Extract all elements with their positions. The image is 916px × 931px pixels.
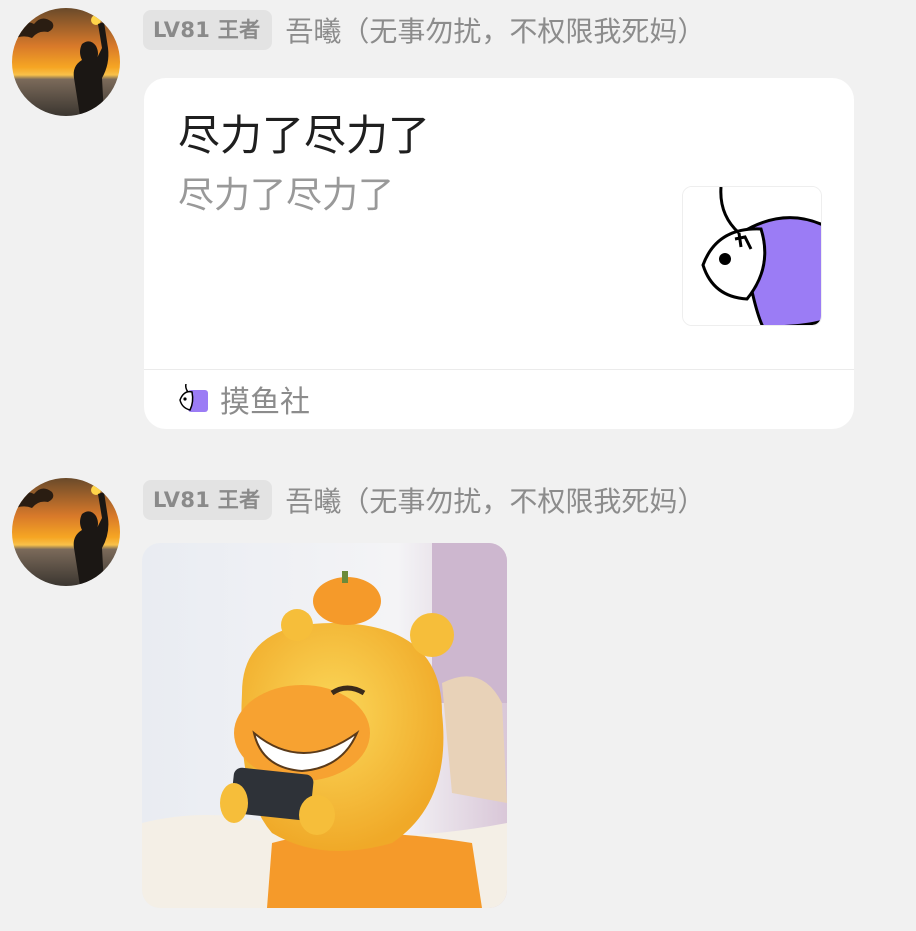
fish-icon bbox=[683, 187, 821, 325]
card-source[interactable]: 摸鱼社 bbox=[178, 374, 310, 424]
sticker-image[interactable] bbox=[142, 543, 507, 908]
card-title: 尽力了尽力了 bbox=[178, 111, 431, 160]
chat-message: LV81 王者 吾曦（无事勿扰，不权限我死妈） bbox=[0, 470, 916, 931]
shared-link-card[interactable]: 尽力了尽力了 尽力了尽力了 摸鱼社 bbox=[144, 78, 854, 429]
sender-avatar[interactable] bbox=[12, 8, 120, 116]
source-label: 摸鱼社 bbox=[220, 385, 310, 420]
sender-avatar[interactable] bbox=[12, 478, 120, 586]
yellow-bear-gaming-sticker-icon bbox=[142, 543, 507, 908]
card-thumbnail bbox=[682, 186, 822, 326]
sender-info: LV81 王者 吾曦（无事勿扰，不权限我死妈） bbox=[143, 480, 705, 520]
chat-message: LV81 王者 吾曦（无事勿扰，不权限我死妈） 尽力了尽力了 尽力了尽力了 摸鱼… bbox=[0, 0, 916, 440]
sender-name[interactable]: 吾曦（无事勿扰，不权限我死妈） bbox=[285, 10, 705, 50]
sender-name[interactable]: 吾曦（无事勿扰，不权限我死妈） bbox=[285, 480, 705, 520]
card-divider bbox=[144, 369, 854, 370]
fish-icon bbox=[178, 383, 208, 414]
card-description: 尽力了尽力了 bbox=[178, 175, 395, 216]
level-badge: LV81 王者 bbox=[143, 480, 273, 520]
sender-info: LV81 王者 吾曦（无事勿扰，不权限我死妈） bbox=[143, 10, 705, 50]
level-badge: LV81 王者 bbox=[143, 10, 273, 50]
